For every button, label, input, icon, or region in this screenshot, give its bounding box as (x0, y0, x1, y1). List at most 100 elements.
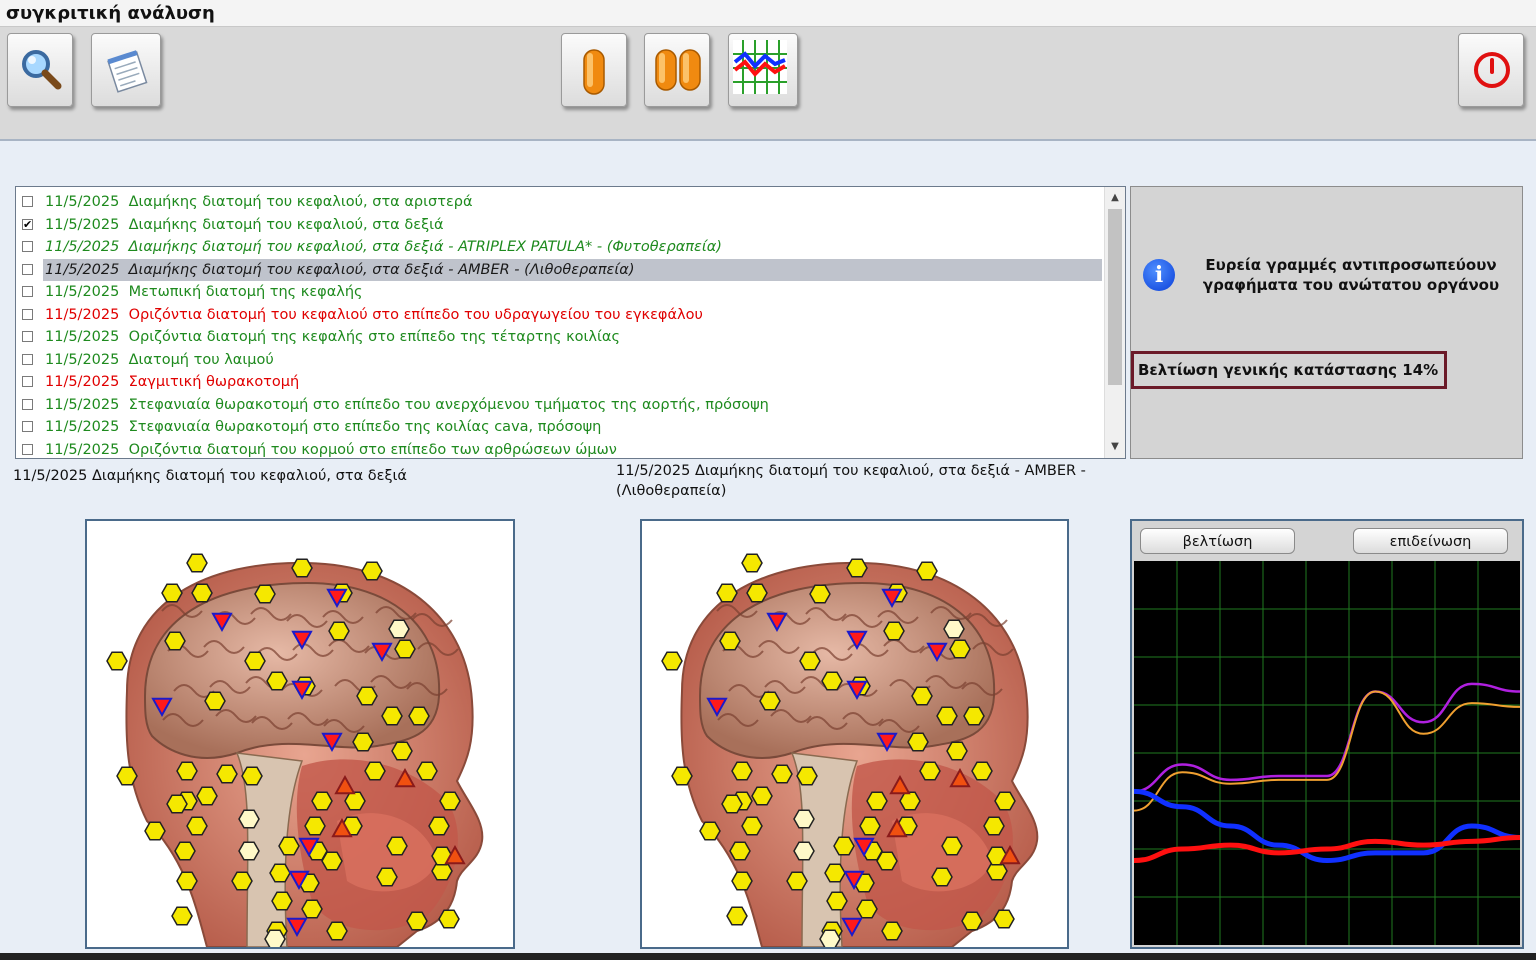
single-view-button[interactable] (561, 33, 627, 107)
marker-hexagon[interactable] (716, 583, 738, 603)
list-item[interactable]: 11/5/2025 Οριζόντια διατομή του κορμού σ… (16, 439, 1104, 459)
marker-hexagon[interactable] (819, 929, 841, 947)
marker-hexagon[interactable] (746, 583, 768, 603)
marker-hexagon[interactable] (304, 816, 326, 836)
item-checkbox[interactable] (22, 196, 33, 207)
marker-hexagon[interactable] (311, 791, 333, 811)
marker-hexagon[interactable] (799, 651, 821, 671)
marker-hexagon[interactable] (726, 906, 748, 926)
marker-hexagon[interactable] (231, 871, 253, 891)
marker-hexagon[interactable] (238, 809, 260, 829)
list-item[interactable]: 11/5/2025 Στεφανιαία θωρακοτομή στο επίπ… (16, 394, 1104, 416)
marker-hexagon[interactable] (859, 816, 881, 836)
marker-hexagon[interactable] (796, 766, 818, 786)
scroll-up-icon[interactable]: ▲ (1109, 192, 1121, 204)
marker-hexagon[interactable] (254, 584, 276, 604)
marker-hexagon[interactable] (824, 863, 846, 883)
marker-hexagon[interactable] (171, 906, 193, 926)
marker-hexagon[interactable] (876, 851, 898, 871)
marker-hexagon[interactable] (388, 619, 410, 639)
right-head-image[interactable] (640, 519, 1069, 949)
marker-hexagon[interactable] (907, 732, 929, 752)
marker-hexagon[interactable] (786, 871, 808, 891)
marker-hexagon[interactable] (321, 851, 343, 871)
marker-hexagon[interactable] (266, 671, 288, 691)
list-scrollbar[interactable]: ▲ ▼ (1104, 187, 1125, 458)
marker-hexagon[interactable] (241, 766, 263, 786)
marker-hexagon[interactable] (931, 867, 953, 887)
marker-hexagon[interactable] (731, 871, 753, 891)
graph-view-button[interactable] (728, 33, 798, 107)
item-checkbox[interactable] (22, 353, 33, 365)
marker-hexagon[interactable] (386, 836, 408, 856)
list-item[interactable]: ✔ 11/5/2025 Διαμήκης διατομή του κεφαλιού… (16, 214, 1104, 236)
item-checkbox[interactable] (22, 376, 33, 387)
marker-hexagon[interactable] (983, 816, 1005, 836)
list-item[interactable]: 11/5/2025 Μετωπική διατομή της κεφαλής (16, 281, 1104, 303)
marker-hexagon[interactable] (883, 621, 905, 641)
item-checkbox[interactable] (22, 286, 33, 297)
marker-hexagon[interactable] (164, 631, 186, 651)
marker-hexagon[interactable] (731, 761, 753, 781)
marker-hexagon[interactable] (176, 761, 198, 781)
marker-hexagon[interactable] (271, 891, 293, 911)
analysis-list[interactable]: 11/5/2025 Διαμήκης διατομή του κεφαλιού,… (15, 186, 1126, 459)
item-checkbox[interactable] (22, 421, 33, 432)
marker-hexagon[interactable] (204, 691, 226, 711)
marker-hexagon[interactable] (216, 764, 238, 784)
marker-hexagon[interactable] (438, 909, 460, 929)
marker-hexagon[interactable] (971, 761, 993, 781)
marker-hexagon[interactable] (166, 794, 188, 814)
marker-hexagon[interactable] (741, 816, 763, 836)
list-item[interactable]: 11/5/2025 Οριζόντια διατομή της κεφαλής … (16, 326, 1104, 348)
marker-hexagon[interactable] (699, 821, 721, 841)
marker-hexagon[interactable] (116, 766, 138, 786)
marker-hexagon[interactable] (376, 867, 398, 887)
list-item[interactable]: 11/5/2025 Διαμήκης διατομή του κεφαλιού,… (16, 258, 1104, 281)
marker-hexagon[interactable] (911, 686, 933, 706)
marker-hexagon[interactable] (301, 899, 323, 919)
marker-hexagon[interactable] (671, 766, 693, 786)
marker-hexagon[interactable] (833, 836, 855, 856)
marker-hexagon[interactable] (993, 909, 1015, 929)
marker-hexagon[interactable] (326, 921, 348, 941)
item-checkbox[interactable] (22, 263, 33, 275)
marker-hexagon[interactable] (391, 741, 413, 761)
marker-hexagon[interactable] (751, 786, 773, 806)
scroll-thumb[interactable] (1108, 209, 1122, 385)
item-checkbox[interactable]: ✔ (22, 218, 33, 230)
marker-hexagon[interactable] (899, 791, 921, 811)
marker-hexagon[interactable] (741, 553, 763, 573)
left-head-image[interactable] (85, 519, 515, 949)
marker-hexagon[interactable] (946, 741, 968, 761)
marker-hexagon[interactable] (408, 706, 430, 726)
marker-hexagon[interactable] (191, 583, 213, 603)
marker-hexagon[interactable] (278, 836, 300, 856)
item-checkbox[interactable] (22, 308, 33, 320)
marker-hexagon[interactable] (238, 841, 260, 861)
marker-hexagon[interactable] (439, 791, 461, 811)
item-checkbox[interactable] (22, 398, 33, 410)
marker-hexagon[interactable] (364, 761, 386, 781)
marker-hexagon[interactable] (943, 619, 965, 639)
marker-hexagon[interactable] (161, 583, 183, 603)
list-item[interactable]: 11/5/2025 Διατομή του λαιμού (16, 349, 1104, 371)
marker-hexagon[interactable] (919, 761, 941, 781)
marker-hexagon[interactable] (291, 558, 313, 578)
marker-hexagon[interactable] (826, 891, 848, 911)
marker-hexagon[interactable] (361, 561, 383, 581)
marker-hexagon[interactable] (916, 561, 938, 581)
improve-button[interactable]: βελτίωση (1140, 528, 1295, 554)
marker-hexagon[interactable] (176, 871, 198, 891)
marker-hexagon[interactable] (866, 791, 888, 811)
marker-hexagon[interactable] (394, 639, 416, 659)
marker-hexagon[interactable] (809, 584, 831, 604)
marker-hexagon[interactable] (846, 558, 868, 578)
marker-hexagon[interactable] (381, 706, 403, 726)
report-button[interactable] (91, 33, 161, 107)
marker-hexagon[interactable] (196, 786, 218, 806)
marker-hexagon[interactable] (356, 686, 378, 706)
marker-hexagon[interactable] (759, 691, 781, 711)
list-item[interactable]: 11/5/2025 Οριζόντια διατομή του κεφαλιού… (16, 304, 1104, 326)
item-checkbox[interactable] (22, 241, 33, 252)
